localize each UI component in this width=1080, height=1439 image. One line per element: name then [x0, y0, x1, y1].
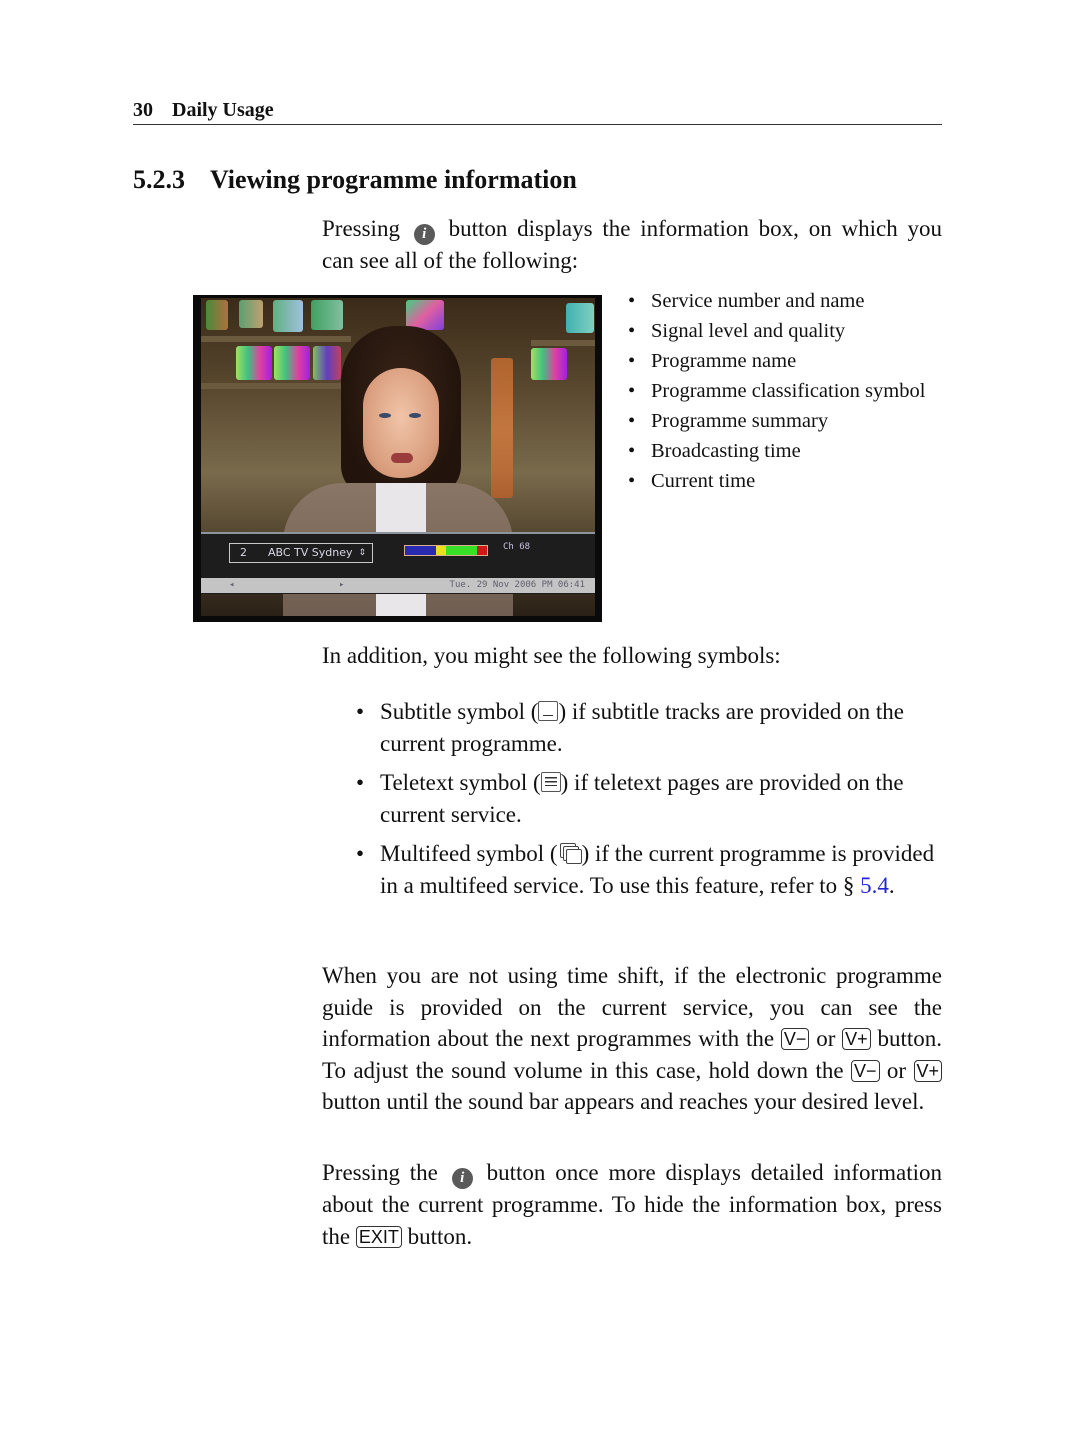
list-item: Signal level and quality [628, 316, 925, 346]
symbols-intro: In addition, you might see the following… [322, 643, 781, 668]
v-minus-key: V− [850, 1059, 880, 1082]
background-shelf [201, 383, 351, 389]
paragraph-text: or [886, 1057, 907, 1083]
paragraph-text: Pressing the [322, 1160, 438, 1185]
symbol-name: Multifeed symbol ( [380, 841, 558, 866]
presenter-face [363, 368, 439, 478]
page-number: 30 [133, 99, 153, 121]
list-item: Broadcasting time [628, 436, 925, 466]
signal-segment [477, 546, 487, 555]
paragraph-text: button until the sound bar appears and r… [322, 1089, 925, 1114]
left-arrow-icon: ◂ [229, 580, 235, 590]
list-item: Programme classification symbol [628, 376, 925, 406]
symbols-list: Subtitle symbol () if subtitle tracks ar… [356, 696, 942, 909]
section-link[interactable]: 5.4 [860, 873, 889, 898]
intro-paragraph: Pressing i button displays the informati… [322, 213, 942, 277]
list-item: Current time [628, 466, 925, 496]
background-monitor [239, 300, 263, 328]
signal-segment [445, 546, 478, 555]
background-monitor [531, 348, 567, 380]
signal-level-bar [404, 545, 488, 556]
v-plus-key: V+ [913, 1059, 943, 1082]
symbol-name: Subtitle symbol ( [380, 699, 539, 724]
service-selector: 2 ABC TV Sydney ⇕ [229, 543, 373, 563]
background-shelf [531, 340, 595, 346]
list-item: Programme name [628, 346, 925, 376]
symbol-name: Teletext symbol ( [380, 770, 541, 795]
service-name: ABC TV Sydney [268, 546, 353, 559]
paragraph-text: button. [407, 1223, 473, 1249]
intro-text-start: Pressing [322, 216, 400, 241]
background-monitor [206, 300, 228, 330]
info-button-icon: i [451, 1168, 473, 1189]
epg-paragraph: When you are not using time shift, if th… [322, 960, 943, 1118]
signal-segment [405, 546, 437, 555]
presenter-eye [379, 413, 391, 418]
teletext-icon [540, 772, 561, 792]
signal-segment [436, 546, 446, 555]
info-button-icon: i [413, 224, 435, 245]
presenter-eye [409, 413, 421, 418]
presenter-mouth [391, 453, 413, 463]
list-item-teletext: Teletext symbol () if teletext pages are… [356, 767, 942, 830]
background-monitor [274, 346, 310, 380]
date-bar: ◂ ▸ Tue. 29 Nov 2006 PM 06:41 [201, 578, 595, 593]
detail-paragraph: Pressing the i button once more displays… [322, 1157, 942, 1252]
background-monitor [566, 303, 594, 333]
background-shelf [201, 336, 351, 342]
list-item-subtitle: Subtitle symbol () if subtitle tracks ar… [356, 696, 942, 759]
channel-label: Ch 68 [503, 542, 531, 552]
background-monitor [236, 346, 272, 380]
running-head: 30 Daily Usage [133, 98, 942, 125]
list-item: Service number and name [628, 286, 925, 316]
service-number: 2 [240, 546, 247, 559]
info-box-feature-list: Service number and name Signal level and… [628, 286, 925, 496]
section-number: 5.2.3 [133, 165, 185, 194]
symbol-description-end: . [888, 872, 895, 898]
tv-screenshot: 2 ABC TV Sydney ⇕ Ch 68 ◂ ▸ Tue. 29 Nov … [193, 295, 602, 622]
paragraph-text: or [816, 1026, 836, 1051]
v-plus-key: V+ [842, 1028, 871, 1050]
right-arrow-icon: ▸ [339, 580, 345, 590]
list-item: Programme summary [628, 406, 925, 436]
multifeed-icon [558, 842, 582, 864]
channel-logo-sign [491, 358, 513, 498]
subtitle-icon [538, 701, 559, 721]
list-item-multifeed: Multifeed symbol () if the current progr… [356, 838, 942, 901]
up-down-arrows-icon: ⇕ [358, 548, 366, 558]
tv-info-bar: 2 ABC TV Sydney ⇕ Ch 68 ◂ ▸ Tue. 29 Nov … [201, 532, 595, 594]
current-datetime: Tue. 29 Nov 2006 PM 06:41 [449, 580, 585, 590]
intro-text-end: button displays the information box, on … [322, 216, 943, 273]
background-monitor [273, 300, 303, 332]
exit-key: EXIT [355, 1225, 402, 1248]
v-minus-key: V− [780, 1028, 810, 1050]
chapter-title: Daily Usage [172, 99, 274, 121]
background-monitor [313, 346, 341, 380]
section-title: Viewing programme information [210, 165, 577, 194]
section-heading: 5.2.3 Viewing programme information [133, 163, 577, 197]
background-monitor [311, 300, 343, 330]
